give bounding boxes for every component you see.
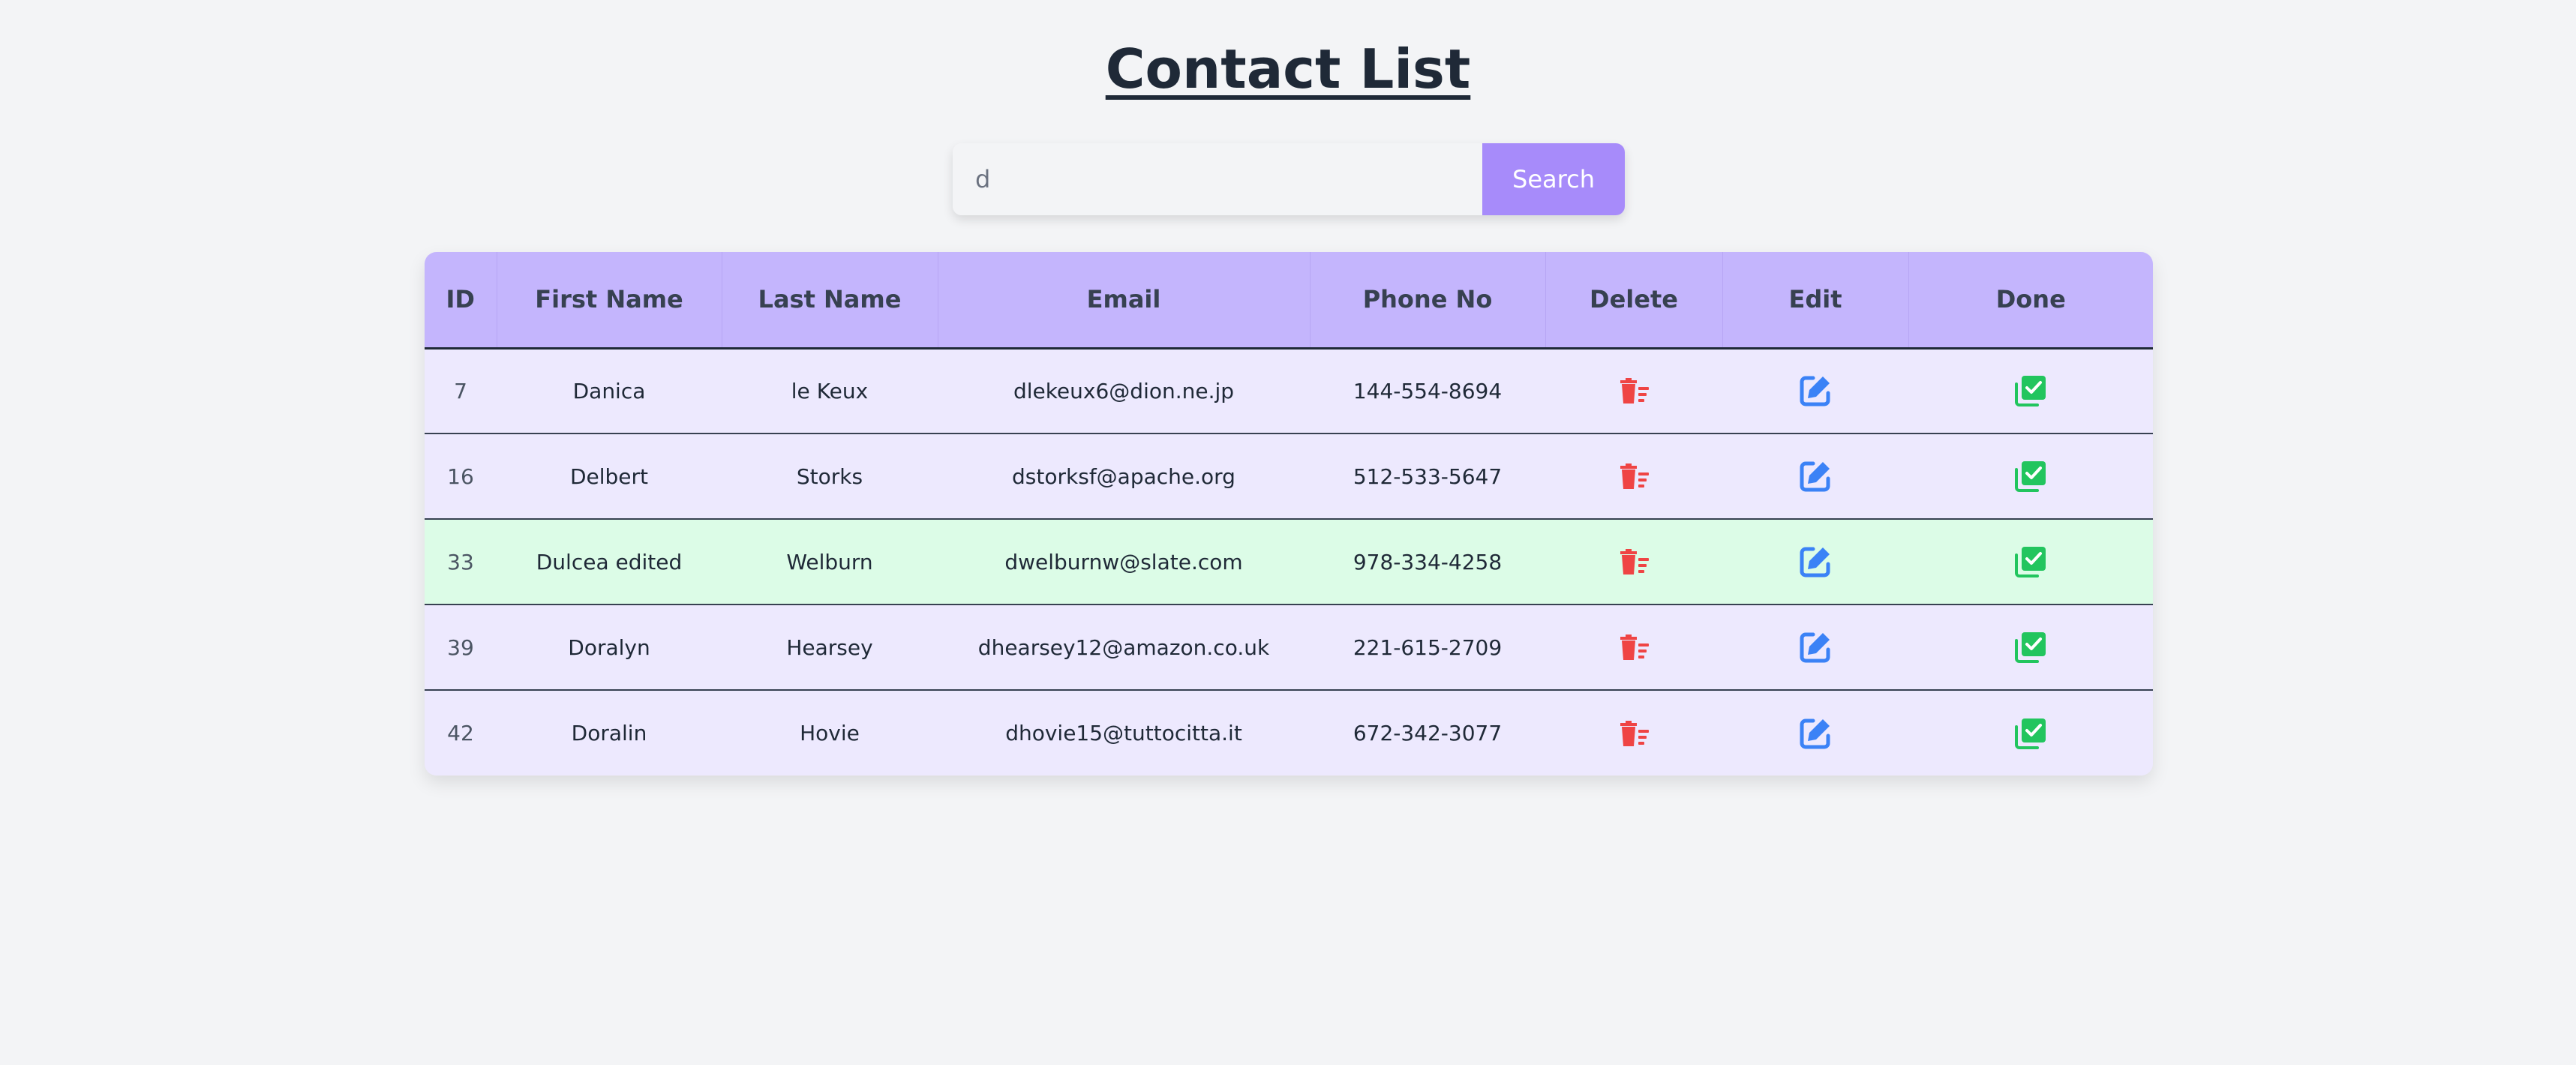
cell-last-name: Storks (796, 464, 863, 489)
cell-first-name: Danica (572, 378, 646, 404)
cell-id: 33 (447, 549, 474, 574)
cell-email: dlekeux6@dion.ne.jp (1013, 378, 1235, 404)
column-header-id: ID (425, 252, 497, 350)
cell-done (1908, 434, 2153, 519)
edit-icon[interactable] (1798, 630, 1833, 664)
cell-id: 42 (447, 721, 474, 746)
cell-delete (1545, 604, 1722, 690)
search-button[interactable]: Search (1482, 143, 1625, 215)
cell-delete (1545, 690, 1722, 776)
search-bar: Search (953, 143, 1625, 215)
cell-email: dwelburnw@slate.com (1004, 549, 1243, 574)
cell-last-name: le Keux (791, 378, 869, 404)
cell-edit (1722, 519, 1908, 604)
cell-first-name: Dulcea edited (536, 549, 683, 574)
table-row: 39 Doralyn Hearsey dhearsey12@amazon.co.… (425, 604, 2153, 690)
cell-email: dstorksf@apache.org (1012, 464, 1235, 489)
column-header-edit: Edit (1722, 252, 1909, 350)
table-row: 33 Dulcea edited Welburn dwelburnw@slate… (425, 519, 2153, 604)
cell-edit (1722, 348, 1908, 434)
check-square-icon[interactable] (2013, 544, 2048, 579)
edit-icon[interactable] (1798, 374, 1833, 408)
table-row: 16 Delbert Storks dstorksf@apache.org 51… (425, 434, 2153, 519)
contact-table: ID First Name Last Name Email Phone No D… (425, 252, 2153, 776)
table-row: 42 Doralin Hovie dhovie15@tuttocitta.it … (425, 690, 2153, 776)
cell-email: dhearsey12@amazon.co.uk (977, 634, 1270, 660)
contact-table-card: ID First Name Last Name Email Phone No D… (425, 252, 2153, 776)
check-square-icon[interactable] (2013, 716, 2048, 751)
cell-delete (1545, 348, 1722, 434)
cell-id: 7 (454, 378, 467, 404)
cell-phone: 978-334-4258 (1353, 549, 1503, 574)
cell-first-name: Doralyn (568, 634, 650, 660)
cell-delete (1545, 519, 1722, 604)
cell-id: 16 (447, 464, 474, 489)
trash-icon[interactable] (1617, 544, 1651, 579)
edit-icon[interactable] (1798, 459, 1833, 494)
cell-phone: 672-342-3077 (1353, 721, 1503, 746)
column-header-first-name: First Name (497, 252, 722, 350)
table-row: 7 Danica le Keux dlekeux6@dion.ne.jp 144… (425, 348, 2153, 434)
check-square-icon[interactable] (2013, 374, 2048, 408)
cell-last-name: Hovie (800, 721, 860, 746)
column-header-done: Done (1908, 252, 2153, 350)
column-header-delete: Delete (1545, 252, 1723, 350)
cell-done (1908, 604, 2153, 690)
cell-done (1908, 348, 2153, 434)
search-input[interactable] (953, 143, 1482, 215)
page-title: Contact List (1105, 38, 1471, 100)
cell-delete (1545, 434, 1722, 519)
check-square-icon[interactable] (2013, 630, 2048, 664)
cell-last-name: Hearsey (786, 634, 873, 660)
cell-edit (1722, 604, 1908, 690)
edit-icon[interactable] (1798, 716, 1833, 751)
cell-phone: 221-615-2709 (1353, 634, 1503, 660)
check-square-icon[interactable] (2013, 459, 2048, 494)
edit-icon[interactable] (1798, 544, 1833, 579)
trash-icon[interactable] (1617, 459, 1651, 494)
cell-first-name: Doralin (571, 721, 647, 746)
cell-done (1908, 690, 2153, 776)
column-header-phone: Phone No (1310, 252, 1546, 350)
cell-email: dhovie15@tuttocitta.it (1005, 721, 1242, 746)
trash-icon[interactable] (1617, 716, 1651, 751)
cell-edit (1722, 690, 1908, 776)
table-header-row: ID First Name Last Name Email Phone No D… (425, 252, 2153, 350)
cell-first-name: Delbert (569, 464, 649, 489)
trash-icon[interactable] (1617, 374, 1651, 408)
cell-phone: 512-533-5647 (1353, 464, 1503, 489)
cell-last-name: Welburn (786, 549, 873, 574)
cell-phone: 144-554-8694 (1353, 378, 1503, 404)
column-header-last-name: Last Name (722, 252, 938, 350)
cell-id: 39 (447, 634, 474, 660)
cell-done (1908, 519, 2153, 604)
cell-edit (1722, 434, 1908, 519)
trash-icon[interactable] (1617, 630, 1651, 664)
column-header-email: Email (938, 252, 1311, 350)
